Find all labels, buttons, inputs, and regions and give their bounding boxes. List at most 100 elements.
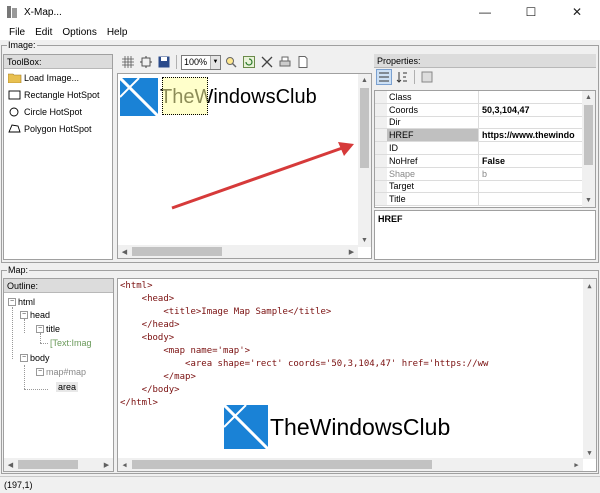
outline-panel: Outline: − html − head − title [Text:Imag −… bbox=[3, 278, 114, 472]
scroll-down-icon[interactable]: ▼ bbox=[358, 234, 371, 247]
zoom-icon[interactable] bbox=[223, 54, 239, 70]
save-icon[interactable] bbox=[156, 54, 172, 70]
tree-node-map[interactable]: − map#map bbox=[36, 367, 86, 377]
hotspot-rectangle[interactable] bbox=[162, 77, 208, 115]
scroll-right-icon[interactable]: ▶ bbox=[570, 458, 583, 471]
scroll-down-icon[interactable]: ▼ bbox=[582, 194, 595, 207]
polygon-hotspot-label: Polygon HotSpot bbox=[24, 123, 92, 134]
close-button[interactable]: ✕ bbox=[554, 0, 600, 24]
scroll-left-icon[interactable]: ◀ bbox=[4, 458, 17, 471]
prop-value[interactable] bbox=[479, 91, 583, 103]
tree-node-text[interactable]: [Text:Imag bbox=[50, 338, 92, 348]
menu-help[interactable]: Help bbox=[102, 27, 133, 38]
code-vertical-scrollbar[interactable]: ▲ ▼ bbox=[583, 279, 596, 459]
tree-node-area[interactable]: area bbox=[56, 382, 79, 392]
scroll-down-icon[interactable]: ▼ bbox=[583, 446, 596, 459]
tree-node-html[interactable]: − html bbox=[8, 297, 35, 307]
scroll-up-icon[interactable]: ▲ bbox=[582, 91, 595, 104]
tree-label: map#map bbox=[46, 367, 87, 377]
menu-edit[interactable]: Edit bbox=[30, 27, 57, 38]
prop-row-title[interactable]: Title bbox=[375, 193, 583, 207]
fit-icon[interactable] bbox=[138, 54, 154, 70]
status-bar: (197,1) bbox=[0, 476, 600, 493]
prop-row-nohref[interactable]: NoHref False bbox=[375, 155, 583, 168]
circle-hotspot-tool[interactable]: Circle HotSpot bbox=[4, 103, 112, 120]
collapse-icon[interactable]: − bbox=[20, 354, 28, 362]
categorized-icon[interactable] bbox=[376, 69, 392, 85]
rectangle-icon bbox=[8, 90, 22, 100]
window-title: X-Map... bbox=[24, 6, 62, 18]
menu-options[interactable]: Options bbox=[57, 27, 101, 38]
tree-node-body[interactable]: − body bbox=[20, 353, 50, 363]
code-horizontal-scrollbar[interactable]: ◀ ▶ bbox=[118, 458, 583, 471]
prop-value[interactable]: https://www.thewindo bbox=[479, 129, 583, 141]
outline-header: Outline: bbox=[4, 279, 113, 293]
property-description: HREF bbox=[374, 210, 596, 260]
prop-row-id[interactable]: ID bbox=[375, 142, 583, 155]
polygon-hotspot-tool[interactable]: Polygon HotSpot bbox=[4, 120, 112, 137]
load-image-tool[interactable]: Load Image... bbox=[4, 69, 112, 86]
scroll-up-icon[interactable]: ▲ bbox=[358, 74, 371, 87]
code-line: </map> bbox=[120, 372, 196, 382]
sort-az-icon[interactable] bbox=[394, 69, 410, 85]
grid-icon[interactable] bbox=[120, 54, 136, 70]
prop-row-dir[interactable]: Dir bbox=[375, 116, 583, 130]
prop-value[interactable]: 50,3,104,47 bbox=[479, 104, 583, 116]
canvas-vscroll-thumb[interactable] bbox=[360, 88, 369, 168]
collapse-icon[interactable]: − bbox=[36, 368, 44, 376]
prop-value[interactable] bbox=[479, 117, 583, 129]
scroll-up-icon[interactable]: ▲ bbox=[583, 279, 596, 292]
grid-scroll-thumb[interactable] bbox=[584, 105, 593, 165]
prop-row-target[interactable]: Target bbox=[375, 180, 583, 194]
prop-name: Coords bbox=[387, 103, 479, 116]
prop-value[interactable]: b bbox=[479, 168, 583, 180]
menu-file[interactable]: File bbox=[4, 27, 30, 38]
rectangle-hotspot-tool[interactable]: Rectangle HotSpot bbox=[4, 86, 112, 103]
windows-logo-icon bbox=[222, 403, 270, 451]
minimize-button[interactable]: — bbox=[462, 0, 508, 24]
prop-value[interactable] bbox=[479, 142, 583, 154]
code-line: </body> bbox=[120, 385, 180, 395]
scroll-left-icon[interactable]: ◀ bbox=[118, 458, 131, 471]
scroll-left-icon[interactable]: ◀ bbox=[118, 245, 131, 258]
polygon-icon bbox=[8, 123, 22, 134]
circle-icon bbox=[8, 107, 22, 117]
property-grid: Class Coords 50,3,104,47 Dir HREF https://… bbox=[374, 90, 596, 208]
property-grid-scrollbar[interactable]: ▲ ▼ bbox=[582, 91, 595, 207]
prop-row-shape[interactable]: Shape b bbox=[375, 167, 583, 181]
scroll-right-icon[interactable]: ▶ bbox=[345, 245, 358, 258]
scroll-right-icon[interactable]: ▶ bbox=[100, 458, 113, 471]
print-icon[interactable] bbox=[277, 54, 293, 70]
load-image-label: Load Image... bbox=[24, 72, 80, 83]
code-line: <html> bbox=[120, 281, 153, 291]
code-scroll-thumb[interactable] bbox=[132, 460, 432, 469]
canvas-vertical-scrollbar[interactable]: ▲ ▼ bbox=[358, 74, 371, 247]
code-line: <area shape='rect' coords='50,3,104,47' … bbox=[120, 359, 489, 369]
tree-node-head[interactable]: − head bbox=[20, 310, 50, 320]
prop-value[interactable] bbox=[479, 181, 583, 193]
maximize-button[interactable]: ☐ bbox=[508, 0, 554, 24]
collapse-icon[interactable]: − bbox=[36, 325, 44, 333]
outline-scroll-thumb[interactable] bbox=[18, 460, 78, 469]
property-pages-icon[interactable] bbox=[419, 69, 435, 85]
collapse-icon[interactable]: − bbox=[8, 298, 16, 306]
image-canvas[interactable]: TheWindowsClub ▲ ▼ ◀ ▶ bbox=[117, 73, 372, 259]
prop-row-coords[interactable]: Coords 50,3,104,47 bbox=[375, 103, 583, 117]
zoom-select[interactable]: 100% ▼ bbox=[181, 54, 221, 70]
code-line: </head> bbox=[120, 320, 180, 330]
code-line: </html> bbox=[120, 398, 158, 408]
refresh-icon[interactable] bbox=[241, 54, 257, 70]
tree-node-title[interactable]: − title bbox=[36, 324, 60, 334]
delete-icon[interactable] bbox=[259, 54, 275, 70]
html-code-view[interactable]: <html> <head> <title>Image Map Sample</t… bbox=[117, 278, 597, 472]
new-page-icon[interactable] bbox=[295, 54, 311, 70]
collapse-icon[interactable]: − bbox=[20, 311, 28, 319]
prop-row-class[interactable]: Class bbox=[375, 91, 583, 104]
prop-value[interactable] bbox=[479, 193, 583, 205]
canvas-hscroll-thumb[interactable] bbox=[132, 247, 222, 256]
outline-horizontal-scrollbar[interactable]: ◀ ▶ bbox=[4, 458, 113, 471]
prop-value[interactable]: False bbox=[479, 155, 583, 167]
code-line: <title>Image Map Sample</title> bbox=[120, 307, 332, 317]
canvas-horizontal-scrollbar[interactable]: ◀ ▶ bbox=[118, 245, 358, 258]
prop-row-href[interactable]: HREF https://www.thewindo bbox=[375, 129, 583, 143]
